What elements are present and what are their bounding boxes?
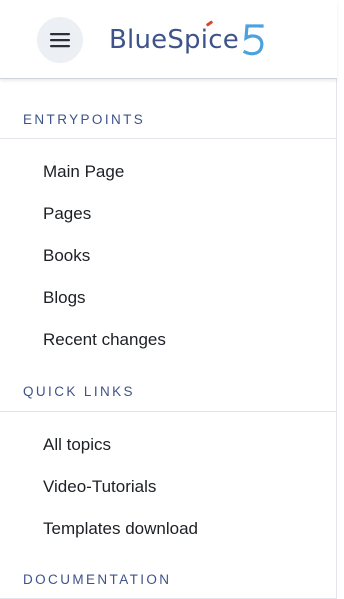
nav-item-books[interactable]: Books xyxy=(0,235,337,277)
nav-item-templates-download[interactable]: Templates download xyxy=(0,508,337,550)
nav-item-video-tutorials[interactable]: Video-Tutorials xyxy=(0,466,337,508)
sidebar-panel: BlueSpi ce ENTRYPOINTS Main Page Pages Bo… xyxy=(0,0,344,599)
hamburger-menu-icon xyxy=(50,33,70,48)
sidebar-header: BlueSpi ce xyxy=(0,0,337,79)
nav-item-all-topics[interactable]: All topics xyxy=(0,424,337,466)
nav-item-main-page[interactable]: Main Page xyxy=(0,151,337,193)
entrypoints-list: Main Page Pages Books Blogs Recent chang… xyxy=(0,139,337,362)
section-heading-entrypoints: ENTRYPOINTS xyxy=(0,79,337,139)
logo-wordmark: BlueSpi ce xyxy=(109,20,239,55)
sidebar-navigation: ENTRYPOINTS Main Page Pages Books Blogs … xyxy=(0,79,337,599)
quick-links-list: All topics Video-Tutorials Templates dow… xyxy=(0,412,337,551)
section-title: ENTRYPOINTS xyxy=(23,112,146,127)
section-heading-quick-links: QUICK LINKS xyxy=(0,362,337,412)
section-heading-documentation: DOCUMENTATION xyxy=(0,551,337,599)
nav-item-recent-changes[interactable]: Recent changes xyxy=(0,319,337,361)
nav-item-blogs[interactable]: Blogs xyxy=(0,277,337,319)
bluespice-logo[interactable]: BlueSpi ce xyxy=(109,20,266,60)
section-title: QUICK LINKS xyxy=(23,384,135,399)
menu-toggle-button[interactable] xyxy=(37,17,83,63)
nav-item-pages[interactable]: Pages xyxy=(0,193,337,235)
logo-version-five-icon xyxy=(242,24,264,56)
section-title: DOCUMENTATION xyxy=(23,572,172,587)
